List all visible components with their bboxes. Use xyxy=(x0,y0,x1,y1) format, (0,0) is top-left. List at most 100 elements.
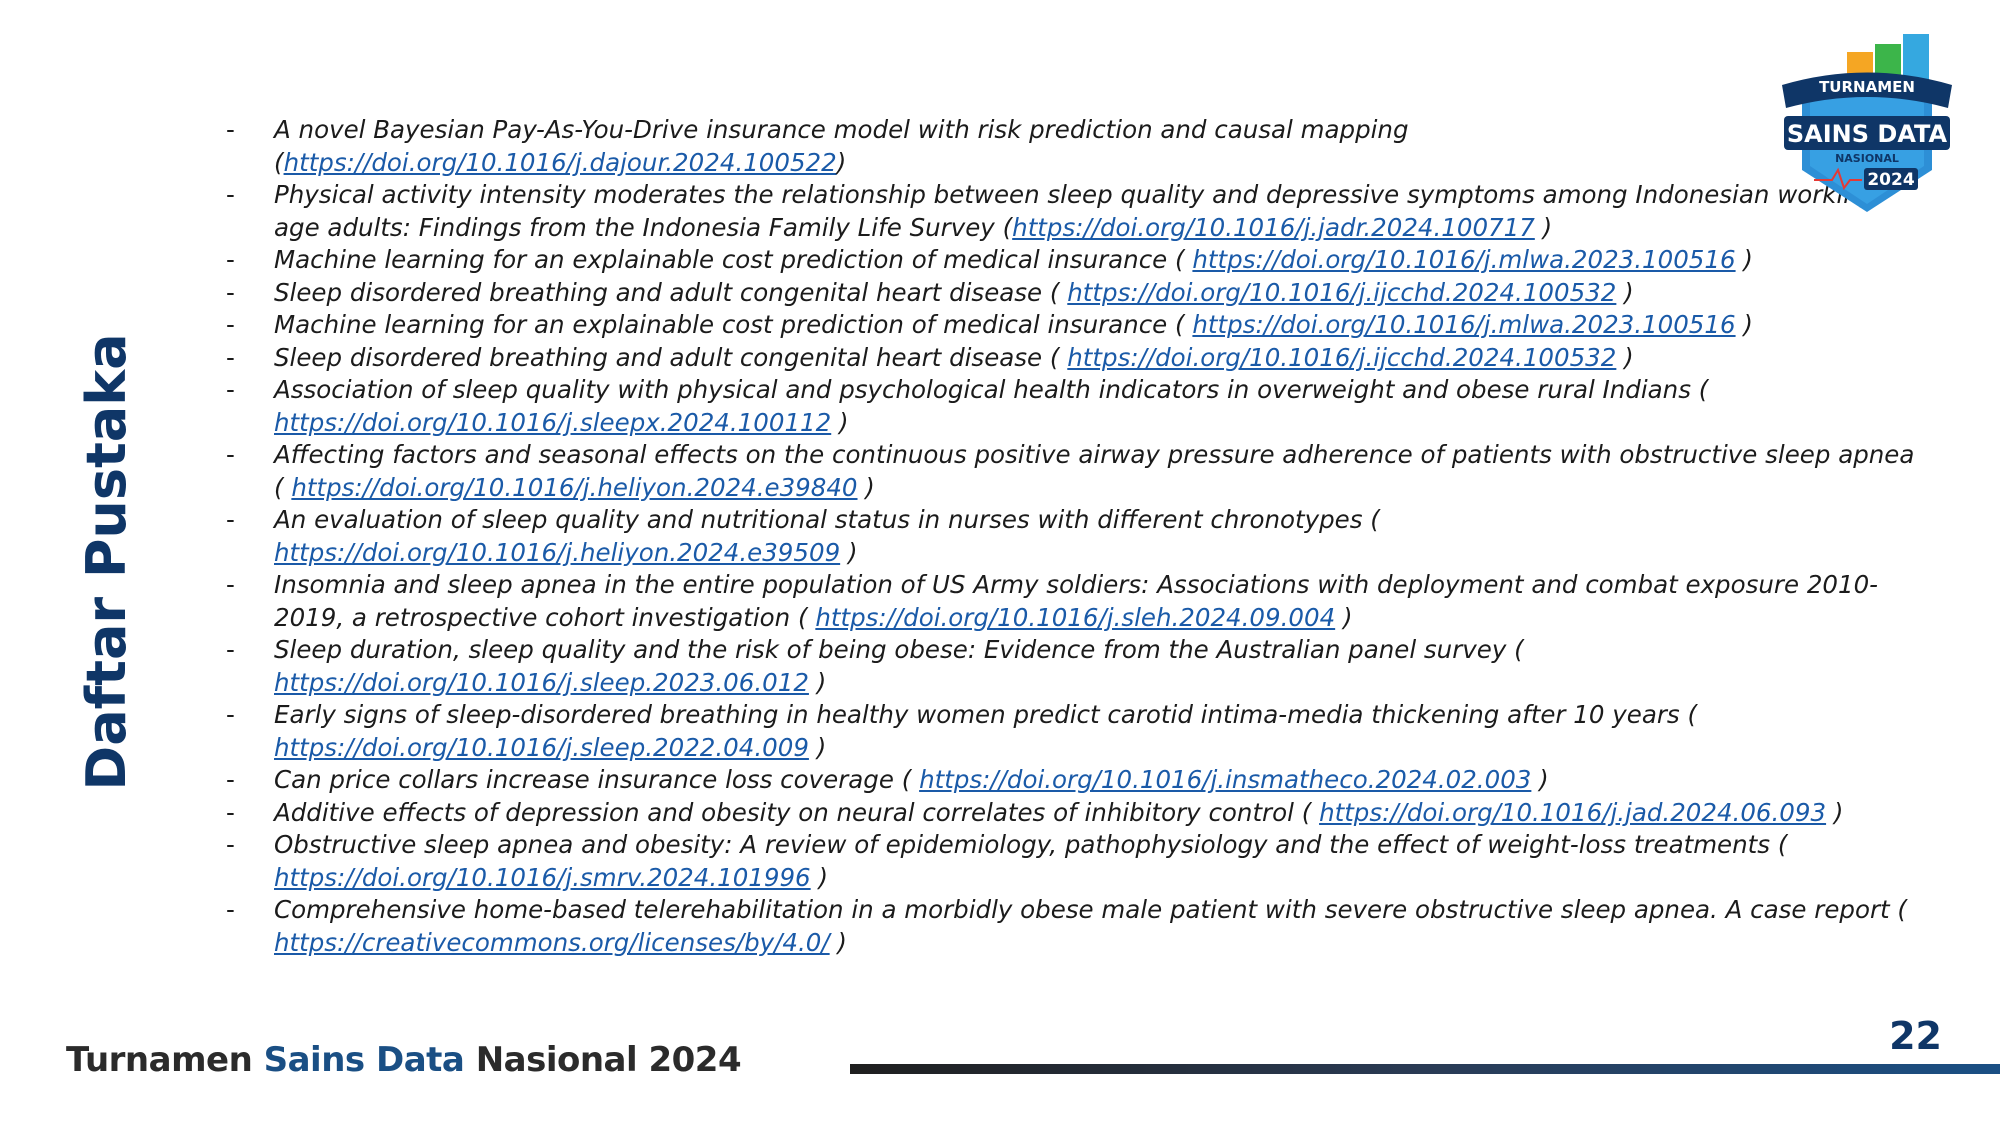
reference-list: - A novel Bayesian Pay-As-You-Drive insur… xyxy=(222,114,1922,959)
reference-item: - Machine learning for an explainable cos… xyxy=(222,309,1922,342)
reference-paren-close: ) xyxy=(810,862,829,892)
bullet-dash: - xyxy=(226,310,235,339)
reference-link[interactable]: https://doi.org/10.1016/j.smrv.2024.1019… xyxy=(274,863,811,892)
bullet-dash: - xyxy=(226,277,235,307)
reference-paren-close: ) xyxy=(808,732,827,762)
reference-link[interactable]: https://doi.org/10.1016/j.heliyon.2024.e… xyxy=(274,538,840,567)
bullet-dash: - xyxy=(226,505,235,534)
reference-paren-close: ) xyxy=(829,927,847,957)
reference-title: Machine learning for an explainable cost… xyxy=(274,310,1168,339)
reference-paren-close: ) xyxy=(1826,797,1844,827)
reference-item: - An evaluation of sleep quality and nutr… xyxy=(222,504,1922,569)
reference-paren-close: ) xyxy=(1534,212,1553,242)
reference-item: - Insomnia and sleep apnea in the entire … xyxy=(222,569,1922,634)
bullet-dash: - xyxy=(226,570,235,599)
bullet-dash: - xyxy=(226,245,235,274)
reference-paren-open: ( xyxy=(1889,895,1907,924)
bullet-dash: - xyxy=(226,765,235,794)
reference-title: Affecting factors and seasonal effects o… xyxy=(274,440,1915,469)
reference-paren-close: ) xyxy=(857,472,875,502)
footer-title: Turnamen Sains Data Nasional 2024 xyxy=(66,1040,742,1080)
reference-link[interactable]: https://doi.org/10.1016/j.mlwa.2023.1005… xyxy=(1192,245,1735,274)
reference-item: - Early signs of sleep-disordered breathi… xyxy=(222,699,1922,764)
bullet-dash: - xyxy=(226,342,235,372)
turnamen-sains-data-logo: TURNAMEN SAINS DATA NASIONAL 2024 xyxy=(1782,34,1952,212)
reference-title: Sleep duration, sleep quality and the ri… xyxy=(274,635,1507,664)
reference-title: Sleep disordered breathing and adult con… xyxy=(274,342,1043,372)
reference-paren-close: ) xyxy=(831,407,849,437)
reference-paren-open: ( xyxy=(274,472,292,502)
reference-title: Obstructive sleep apnea and obesity: A r… xyxy=(274,830,1771,859)
reference-link[interactable]: https://doi.org/10.1016/j.ijcchd.2024.10… xyxy=(1067,343,1616,372)
reference-paren-open: ( xyxy=(1679,700,1698,729)
reference-paren-open: ( xyxy=(1042,342,1068,372)
reference-paren-close: ) xyxy=(1616,342,1634,372)
reference-link[interactable]: https://doi.org/10.1016/j.jadr.2024.1007… xyxy=(1012,213,1535,242)
bullet-dash: - xyxy=(226,115,235,144)
logo-text-year: 2024 xyxy=(1867,170,1914,190)
reference-link[interactable]: https://doi.org/10.1016/j.sleh.2024.09.0… xyxy=(815,603,1335,632)
reference-link[interactable]: https://doi.org/10.1016/j.mlwa.2023.1005… xyxy=(1192,310,1735,339)
reference-link[interactable]: https://doi.org/10.1016/j.jad.2024.06.09… xyxy=(1319,798,1826,827)
reference-paren-close: ) xyxy=(1616,277,1634,307)
reference-item: - Sleep disordered breathing and adult co… xyxy=(222,277,1922,310)
footer-divider xyxy=(850,1064,2000,1074)
reference-paren-close: ) xyxy=(808,667,827,697)
reference-link[interactable]: https://doi.org/10.1016/j.sleep.2022.04.… xyxy=(274,733,809,762)
reference-link[interactable]: https://doi.org/10.1016/j.sleepx.2024.10… xyxy=(274,408,831,437)
reference-paren-open: ( xyxy=(1690,375,1709,404)
reference-link[interactable]: https://doi.org/10.1016/j.insmatheco.202… xyxy=(919,765,1531,794)
reference-paren-close: ) xyxy=(836,147,847,177)
slide-title: Daftar Pustaka xyxy=(75,333,138,791)
reference-title: An evaluation of sleep quality and nutri… xyxy=(274,505,1363,534)
reference-paren-open: ( xyxy=(1042,277,1068,307)
reference-paren-open: ( xyxy=(790,602,816,632)
bullet-dash: - xyxy=(226,375,235,404)
reference-title: Early signs of sleep-disordered breathin… xyxy=(274,700,1680,729)
reference-title: Additive effects of depression and obesi… xyxy=(274,797,1294,827)
reference-paren-open: ( xyxy=(1506,635,1524,664)
footer-title-part1: Turnamen xyxy=(66,1040,264,1080)
reference-item: - Comprehensive home-based telerehabilita… xyxy=(222,894,1922,959)
reference-item: - A novel Bayesian Pay-As-You-Drive insur… xyxy=(222,114,1922,179)
reference-paren-open: ( xyxy=(274,147,284,177)
reference-paren-close: ) xyxy=(1335,602,1353,632)
reference-paren-open: ( xyxy=(994,212,1013,242)
bullet-dash: - xyxy=(226,797,235,827)
reference-paren-open: ( xyxy=(1167,245,1193,274)
reference-item: - Association of sleep quality with physi… xyxy=(222,374,1922,439)
page-number: 22 xyxy=(1889,1014,1942,1058)
reference-paren-open: ( xyxy=(893,765,920,794)
reference-paren-open: ( xyxy=(1293,797,1320,827)
reference-item: - Additive effects of depression and obes… xyxy=(222,797,1922,830)
reference-paren-close: ) xyxy=(1531,765,1549,794)
footer-title-part3: Nasional 2024 xyxy=(475,1040,742,1080)
reference-item: - Machine learning for an explainable cos… xyxy=(222,244,1922,277)
bullet-dash: - xyxy=(226,700,235,729)
bullet-dash: - xyxy=(226,180,235,209)
reference-paren-open: ( xyxy=(1770,830,1788,859)
bullet-dash: - xyxy=(226,895,235,924)
reference-title: Sleep disordered breathing and adult con… xyxy=(274,277,1043,307)
reference-link[interactable]: https://doi.org/10.1016/j.heliyon.2024.e… xyxy=(291,473,857,502)
reference-link[interactable]: https://creativecommons.org/licenses/by/… xyxy=(274,928,830,957)
reference-paren-close: ) xyxy=(840,537,858,567)
reference-title: A novel Bayesian Pay-As-You-Drive insura… xyxy=(274,115,1409,144)
bullet-dash: - xyxy=(226,440,235,469)
reference-item: - Obstructive sleep apnea and obesity: A … xyxy=(222,829,1922,894)
logo-text-sains-data: SAINS DATA xyxy=(1787,120,1948,148)
reference-link[interactable]: https://doi.org/10.1016/j.sleep.2023.06.… xyxy=(274,668,809,697)
footer-title-part2: Sains Data xyxy=(263,1040,476,1080)
reference-title: Association of sleep quality with physic… xyxy=(274,375,1691,404)
reference-item: - Sleep disordered breathing and adult co… xyxy=(222,342,1922,375)
logo-bar-blue xyxy=(1903,34,1929,82)
reference-item: - Can price collars increase insurance lo… xyxy=(222,764,1922,797)
reference-link[interactable]: https://doi.org/10.1016/j.ijcchd.2024.10… xyxy=(1067,278,1616,307)
bullet-dash: - xyxy=(226,635,235,664)
reference-paren-open: ( xyxy=(1362,505,1380,534)
reference-link[interactable]: https://doi.org/10.1016/j.dajour.2024.10… xyxy=(284,148,837,177)
reference-item: - Physical activity intensity moderates t… xyxy=(222,179,1922,244)
reference-item: - Sleep duration, sleep quality and the r… xyxy=(222,634,1922,699)
logo-text-nasional: NASIONAL xyxy=(1835,152,1899,165)
logo-text-turnamen: TURNAMEN xyxy=(1819,78,1915,96)
